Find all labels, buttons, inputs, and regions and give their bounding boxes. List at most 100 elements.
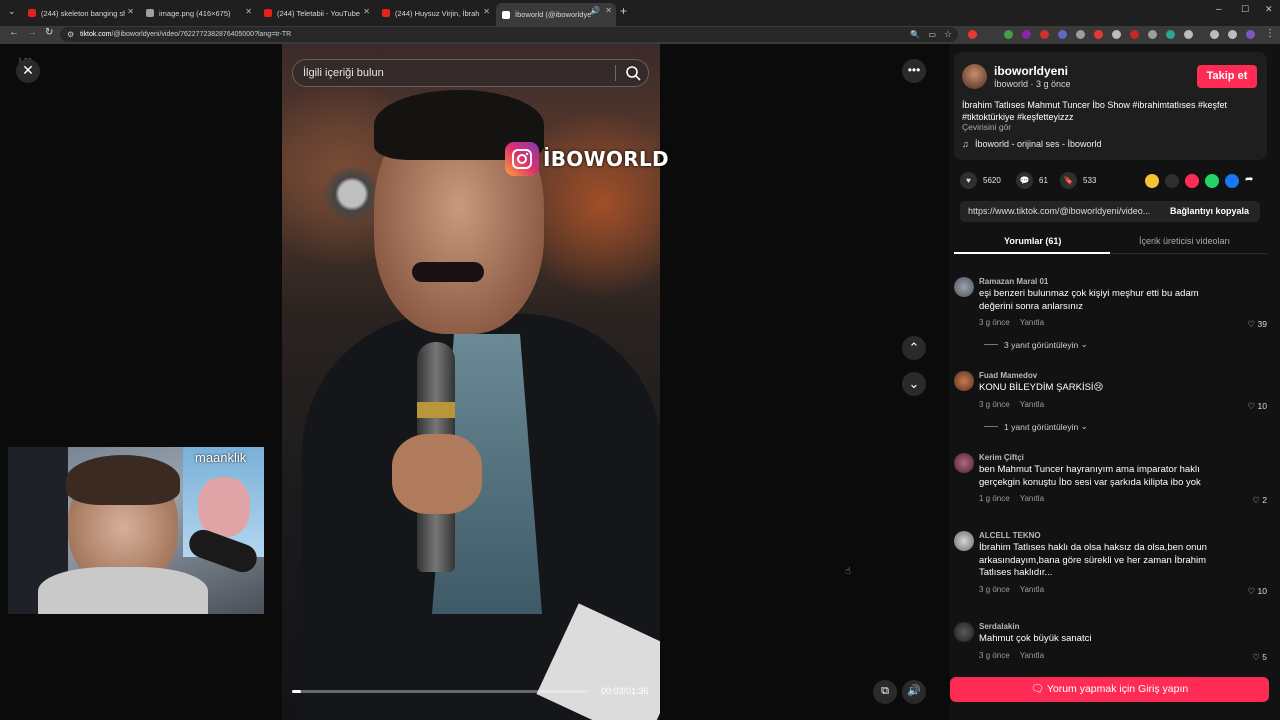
menu-dots-icon[interactable]: ⋮ xyxy=(1265,28,1275,39)
comment-like[interactable]: ♡ 39 xyxy=(1248,319,1267,330)
comment-like[interactable]: ♡ 10 xyxy=(1248,401,1267,412)
minimize-icon[interactable]: – xyxy=(1216,4,1222,15)
extension-icon[interactable] xyxy=(1076,30,1085,39)
extension-icon[interactable] xyxy=(1130,30,1139,39)
view-replies-button[interactable]: 1 yanıt görüntüleyin ⌄ xyxy=(984,421,1088,432)
follow-button[interactable]: Takip et xyxy=(1197,65,1257,88)
next-video-button[interactable]: ⌄ xyxy=(902,372,926,396)
reply-link[interactable]: Yanıtla xyxy=(1020,494,1044,503)
whatsapp-icon[interactable] xyxy=(1205,174,1219,188)
extension-icon[interactable] xyxy=(1058,30,1067,39)
tab-search-icon[interactable] xyxy=(1228,30,1237,39)
close-video-button[interactable]: ✕ xyxy=(16,59,40,83)
commenter-avatar[interactable] xyxy=(954,277,974,297)
commenter-name[interactable]: ALCELL TEKNO xyxy=(979,531,1041,540)
speaker-icon[interactable]: 🔊 xyxy=(590,6,600,15)
close-icon[interactable]: ✕ xyxy=(127,7,134,16)
youtube-icon xyxy=(28,9,36,17)
commenter-name[interactable]: Serdalakin xyxy=(979,622,1019,631)
close-icon[interactable]: ✕ xyxy=(483,7,490,16)
comment-time: 3 g önce xyxy=(979,318,1010,327)
maximize-icon[interactable]: ☐ xyxy=(1241,4,1249,15)
author-username[interactable]: iboworldyeni xyxy=(994,64,1068,78)
replies-label: 1 yanıt görüntüleyin xyxy=(1004,421,1079,432)
zoom-icon[interactable]: 🔍 xyxy=(910,27,920,42)
extension-icon[interactable] xyxy=(968,30,977,39)
send-icon[interactable] xyxy=(1185,174,1199,188)
previous-video-button[interactable]: ⌃ xyxy=(902,336,926,360)
reply-link[interactable]: Yanıtla xyxy=(1020,400,1044,409)
share-arrow-icon[interactable]: ➦ xyxy=(1245,174,1253,185)
close-icon[interactable]: ✕ xyxy=(605,6,612,15)
video-progress-bar[interactable] xyxy=(292,690,588,693)
tab-comments[interactable]: Yorumlar (61) xyxy=(1004,236,1061,246)
commenter-name[interactable]: Fuad Mamedov xyxy=(979,371,1037,380)
commenter-avatar[interactable] xyxy=(954,622,974,642)
comment-item: Fuad Mamedov KONU BİLEYDİM ŞARKİSİ😢 3 g … xyxy=(954,371,1267,433)
site-info-icon[interactable]: ⚙ xyxy=(67,27,74,42)
tab-creator-videos[interactable]: İçerik üreticisi videoları xyxy=(1139,236,1230,246)
comment-item: Ramazan Maral 01 eşi benzeri bulunmaz ço… xyxy=(954,277,1267,352)
comment-stat[interactable]: 💬 61 xyxy=(1016,172,1048,189)
back-icon[interactable]: ← xyxy=(9,27,19,38)
browser-tab[interactable]: (244) skeleton banging shield ✕ xyxy=(22,4,138,22)
sound-title[interactable]: İboworld - orijinal ses - İboworld xyxy=(975,139,1102,149)
bookmark-star-icon[interactable]: ☆ xyxy=(944,27,952,42)
window-close-icon[interactable]: ✕ xyxy=(1265,4,1273,15)
cast-icon[interactable]: ▭ xyxy=(928,27,936,42)
commenter-avatar[interactable] xyxy=(954,371,974,391)
comment-meta: 3 g önce Yanıtla xyxy=(979,318,1044,327)
author-avatar[interactable] xyxy=(962,64,987,89)
volume-button[interactable]: 🔊 xyxy=(902,680,926,704)
download-icon[interactable] xyxy=(1210,30,1219,39)
extension-icon[interactable] xyxy=(1112,30,1121,39)
extension-icon[interactable] xyxy=(1022,30,1031,39)
commenter-avatar[interactable] xyxy=(954,453,974,473)
reply-link[interactable]: Yanıtla xyxy=(1020,318,1044,327)
browser-tab[interactable]: (244) Huysuz Virjin, İbrahim Tat ✕ xyxy=(376,4,494,22)
embed-icon[interactable] xyxy=(1165,174,1179,188)
translate-link[interactable]: Çevirisini gör xyxy=(962,122,1011,132)
commenter-name[interactable]: Kerim Çiftçi xyxy=(979,453,1024,462)
url-field[interactable]: ⚙ tiktok.com/@iboworldyeni/video/7622772… xyxy=(60,27,958,42)
copy-link-button[interactable]: Bağlantıyı kopyala xyxy=(1170,206,1249,216)
forward-icon[interactable]: → xyxy=(27,27,37,38)
reply-link[interactable]: Yanıtla xyxy=(1020,585,1044,594)
comment-like[interactable]: ♡ 10 xyxy=(1248,586,1267,597)
extension-icon[interactable] xyxy=(1040,30,1049,39)
like-stat[interactable]: ♥ 5620 xyxy=(960,172,1001,189)
extension-icon[interactable] xyxy=(1004,30,1013,39)
save-stat[interactable]: 🔖 533 xyxy=(1060,172,1096,189)
close-icon[interactable]: ✕ xyxy=(245,7,252,16)
browser-tab-active[interactable]: İboworld (@iboworldyeni) 🔊 ✕ xyxy=(496,3,616,26)
close-icon[interactable]: ✕ xyxy=(363,7,370,16)
related-search-input[interactable]: İlgili içeriği bulun xyxy=(292,59,649,87)
browser-tab[interactable]: (244) Teletabii - YouTube ✕ xyxy=(258,4,374,22)
commenter-name[interactable]: Ramazan Maral 01 xyxy=(979,277,1048,286)
reload-icon[interactable]: ↻ xyxy=(45,27,53,38)
extension-icon[interactable] xyxy=(1166,30,1175,39)
commenter-avatar[interactable] xyxy=(954,531,974,551)
browser-tab[interactable]: image.png (416×675) ✕ xyxy=(140,4,256,22)
comment-like[interactable]: ♡ 5 xyxy=(1252,652,1267,663)
facebook-icon[interactable] xyxy=(1225,174,1239,188)
extension-icon[interactable] xyxy=(1094,30,1103,39)
comment-like[interactable]: ♡ 2 xyxy=(1252,495,1267,506)
extensions-puzzle-icon[interactable] xyxy=(1184,30,1193,39)
login-to-comment-button[interactable]: 🗨 Yorum yapmak için Giriş yapın xyxy=(950,677,1269,702)
coin-icon[interactable] xyxy=(1145,174,1159,188)
search-icon[interactable] xyxy=(624,64,642,82)
extension-icon[interactable] xyxy=(1148,30,1157,39)
more-options-button[interactable]: ••• xyxy=(902,59,926,83)
new-tab-icon[interactable]: + xyxy=(620,4,627,18)
reply-link[interactable]: Yanıtla xyxy=(1020,651,1044,660)
comment-text: İbrahim Tatlıses haklı da olsa haksız da… xyxy=(979,542,1207,578)
tab-title: image.png (416×675) xyxy=(159,8,231,18)
profile-avatar[interactable] xyxy=(1246,30,1255,39)
comment-like-count: 10 xyxy=(1257,586,1267,596)
tab-title: (244) Teletabii - YouTube xyxy=(277,8,360,18)
comment-meta: 3 g önce Yanıtla xyxy=(979,400,1044,409)
view-replies-button[interactable]: 3 yanıt görüntüleyin ⌄ xyxy=(984,339,1088,350)
picture-in-picture-button[interactable]: ⧉ xyxy=(873,680,897,704)
tab-list-icon[interactable]: ⌄ xyxy=(8,6,16,17)
